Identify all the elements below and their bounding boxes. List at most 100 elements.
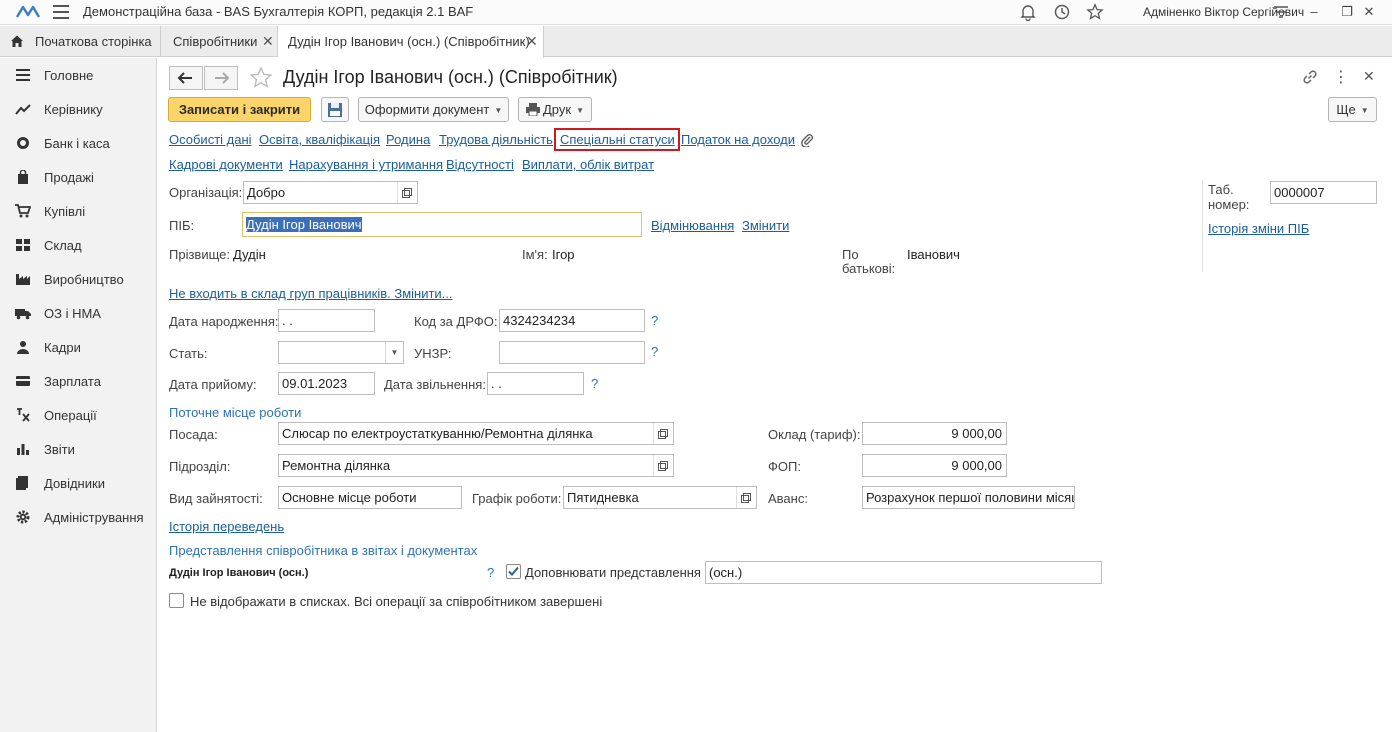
surname-value: Дудін: [233, 247, 266, 262]
wallet-icon: [16, 376, 30, 386]
sidebar-item-administration[interactable]: Адміністрування: [0, 502, 156, 532]
tab-number-field[interactable]: 0000007: [1270, 181, 1377, 204]
link-icon[interactable]: [1301, 68, 1319, 86]
link-family[interactable]: Родина: [386, 132, 430, 147]
dropdown-arrow-icon: ▼: [1360, 106, 1369, 116]
employment-type-field[interactable]: Основне місце роботи: [278, 486, 462, 509]
hire-date-field[interactable]: 09.01.2023: [278, 372, 375, 395]
sidebar-item-main[interactable]: Головне: [0, 60, 156, 90]
tab-employee-card[interactable]: Дудін Ігор Іванович (осн.) (Співробітник…: [278, 26, 544, 58]
more-button[interactable]: Ще ▼: [1328, 97, 1377, 122]
link-payments[interactable]: Виплати, облік витрат: [522, 157, 654, 172]
link-absences[interactable]: Відсутності: [446, 157, 514, 172]
cart-icon: [15, 204, 31, 218]
hide-in-lists-label[interactable]: Не відображати в списках. Всі операції з…: [190, 594, 602, 609]
open-icon[interactable]: [397, 182, 417, 203]
sidebar-item-production[interactable]: Виробництво: [0, 264, 156, 294]
drfo-field[interactable]: 4324234234: [499, 309, 645, 332]
employee-groups-link[interactable]: Не входить в склад груп працівників. Змі…: [169, 286, 453, 301]
open-icon[interactable]: [653, 423, 673, 444]
position-field[interactable]: Слюсар по електроустаткуванню/Ремонтна д…: [278, 422, 674, 445]
organization-field[interactable]: Добро: [243, 181, 418, 204]
close-tab-icon[interactable]: ✕: [262, 26, 274, 57]
save-and-close-button[interactable]: Записати і закрити: [168, 97, 311, 122]
sidebar-item-management[interactable]: Керівнику: [0, 94, 156, 124]
fio-field[interactable]: Дудін Ігор Іванович: [242, 212, 642, 237]
form-title: Дудін Ігор Іванович (осн.) (Співробітник…: [283, 67, 618, 87]
declension-link[interactable]: Відмінювання: [651, 218, 734, 233]
sidebar-item-assets[interactable]: ОЗ і НМА: [0, 298, 156, 328]
print-button[interactable]: Друк ▼: [518, 97, 592, 122]
sidebar-item-label: Виробництво: [44, 272, 124, 287]
main-menu-icon[interactable]: [53, 5, 69, 19]
schedule-value: Пятидневка: [567, 490, 639, 505]
supplement-label[interactable]: Доповнювати представлення: [525, 565, 701, 580]
restore-icon[interactable]: ❐: [1337, 2, 1357, 22]
patronymic-label-2: батькові:: [842, 261, 896, 276]
salary-field[interactable]: 9 000,00: [862, 422, 1007, 445]
sidebar-item-catalogs[interactable]: Довідники: [0, 468, 156, 498]
change-fio-link[interactable]: Змінити: [742, 218, 789, 233]
history-icon[interactable]: [1053, 3, 1071, 21]
unzr-field[interactable]: [499, 341, 645, 364]
sidebar-item-hr[interactable]: Кадри: [0, 332, 156, 362]
supplement-field[interactable]: (осн.): [705, 561, 1102, 584]
more-vertical-icon[interactable]: ⋮: [1333, 67, 1349, 87]
forward-button[interactable]: [204, 66, 238, 90]
sidebar-item-reports[interactable]: Звіти: [0, 434, 156, 464]
sidebar-item-sales[interactable]: Продажі: [0, 162, 156, 192]
advance-field[interactable]: Розрахунок першої половини місяця: [862, 486, 1075, 509]
tab-label: Початкова сторінка: [35, 34, 152, 49]
bell-icon[interactable]: [1019, 3, 1037, 21]
open-icon[interactable]: [653, 455, 673, 476]
drfo-help-icon[interactable]: ?: [651, 313, 658, 328]
sidebar-item-purchases[interactable]: Купівлі: [0, 196, 156, 226]
close-form-icon[interactable]: ✕: [1363, 68, 1375, 85]
supplement-checkbox[interactable]: [506, 564, 521, 579]
link-accruals[interactable]: Нарахування і утримання: [289, 157, 443, 172]
link-education[interactable]: Освіта, кваліфікація: [259, 132, 380, 147]
sidebar-item-bank[interactable]: Банк і каса: [0, 128, 156, 158]
birth-date-field[interactable]: . .: [278, 309, 375, 332]
representation-help-icon[interactable]: ?: [487, 565, 494, 580]
representation-name: Дудін Ігор Іванович (осн.): [169, 567, 309, 579]
minimize-icon[interactable]: –: [1304, 2, 1324, 22]
create-document-button[interactable]: Оформити документ ▼: [358, 97, 509, 122]
fop-field[interactable]: 9 000,00: [862, 454, 1007, 477]
unzr-help-icon[interactable]: ?: [651, 344, 658, 359]
paperclip-icon[interactable]: [800, 132, 814, 147]
sidebar-item-warehouse[interactable]: Склад: [0, 230, 156, 260]
coins-icon: [17, 137, 29, 149]
department-field[interactable]: Ремонтна ділянка: [278, 454, 674, 477]
back-button[interactable]: [169, 66, 203, 90]
dropdown-arrow-icon[interactable]: ▼: [385, 342, 403, 363]
dismissal-help-icon[interactable]: ?: [591, 376, 598, 391]
tab-home[interactable]: Початкова сторінка: [0, 26, 161, 57]
fio-history-link[interactable]: Історія зміни ПІБ: [1208, 221, 1309, 236]
title-bar: Демонстраційна база - BAS Бухгалтерія КО…: [0, 0, 1392, 25]
sidebar-item-operations[interactable]: Операції: [0, 400, 156, 430]
sidebar-item-payroll[interactable]: Зарплата: [0, 366, 156, 396]
trend-icon: [15, 104, 31, 115]
tab-employees[interactable]: Співробітники ✕: [161, 26, 278, 57]
sidebar-item-label: Адміністрування: [44, 510, 144, 525]
open-icon[interactable]: [736, 487, 756, 508]
link-personal-data[interactable]: Особисті дані: [169, 132, 252, 147]
transfers-history-link[interactable]: Історія переведень: [169, 519, 284, 534]
favorite-star-icon[interactable]: [249, 66, 273, 90]
save-button[interactable]: [321, 97, 349, 122]
favorites-star-icon[interactable]: [1086, 3, 1104, 21]
hide-in-lists-checkbox[interactable]: [169, 593, 184, 608]
organization-label: Організація:: [169, 185, 243, 200]
schedule-field[interactable]: Пятидневка: [563, 486, 757, 509]
gender-select[interactable]: ▼: [278, 341, 404, 364]
app-logo-icon[interactable]: [14, 5, 42, 19]
settings-filter-icon[interactable]: [1272, 3, 1290, 21]
close-tab-icon[interactable]: ✕: [526, 26, 538, 57]
link-hr-documents[interactable]: Кадрові документи: [169, 157, 283, 172]
dropdown-arrow-icon: ▼: [494, 106, 503, 116]
dismissal-date-field[interactable]: . .: [487, 372, 584, 395]
link-work-history[interactable]: Трудова діяльність: [439, 132, 553, 147]
close-window-icon[interactable]: ✕: [1359, 2, 1379, 22]
link-income-tax[interactable]: Податок на доходи: [681, 132, 795, 147]
